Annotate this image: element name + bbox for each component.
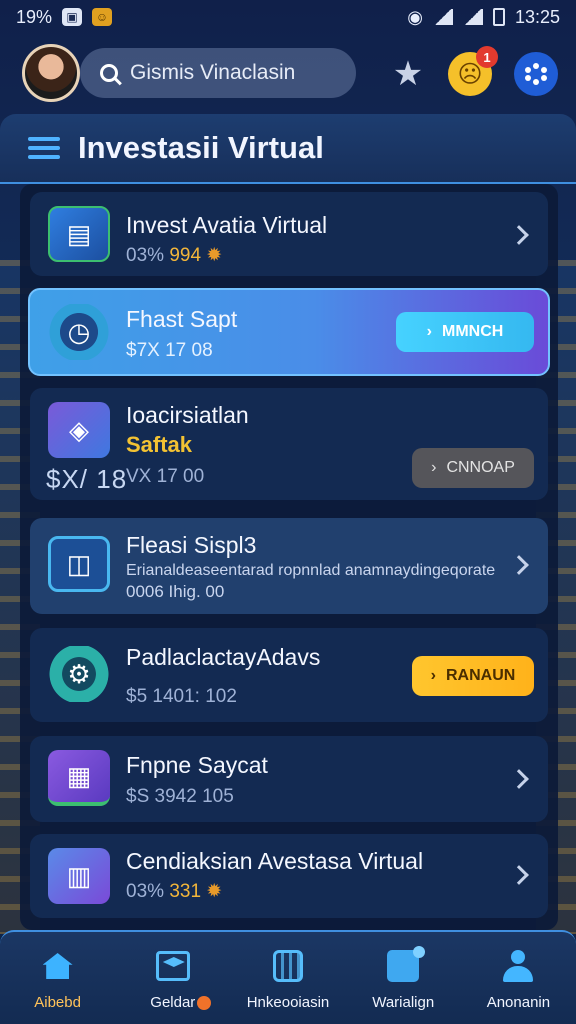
nav-item-tasks[interactable]: Warialign [346, 932, 461, 1024]
gear-clock-icon: ◷ [48, 304, 110, 360]
page-title: Investasii Virtual [78, 130, 324, 165]
screen-icon: ◫ [48, 536, 110, 592]
status-left: 19% ▣ ☺ [16, 6, 113, 28]
notifications-button[interactable]: ☹ 1 [448, 46, 498, 96]
nav-label: Aibebd [34, 994, 81, 1011]
item-title: Cendiaksian Avestasa Virtual [126, 848, 424, 874]
layers-icon: ◈ [48, 402, 110, 458]
status-time: 13:25 [514, 6, 560, 27]
chevron-right-icon [509, 769, 529, 789]
action-button[interactable]: › CNNOAP [412, 448, 534, 488]
favorites-button[interactable]: ★ [386, 52, 430, 96]
search-input[interactable]: Gismis Vinaclasin [130, 61, 295, 85]
coin-gear-icon: ✹ [206, 245, 223, 266]
item-subtitle: 03% 994 ✹ [126, 245, 223, 266]
document-icon: ▤ [48, 206, 110, 262]
search-icon [100, 64, 118, 82]
menu-button[interactable] [514, 52, 558, 96]
side-number: $X/ 18 [46, 464, 128, 494]
page-title-bar: Investasii Virtual [0, 114, 576, 184]
star-icon: ★ [392, 55, 424, 93]
home-icon [40, 948, 76, 984]
notification-dot [197, 996, 212, 1010]
chevron-right-icon: › [430, 667, 436, 684]
nav-item-buildings[interactable]: Hnkeooiasin [230, 932, 345, 1024]
books-icon: ▥ [48, 848, 110, 904]
item-title: Invest Avatia Virtual [126, 212, 328, 238]
avatar[interactable] [22, 44, 80, 102]
list-item[interactable]: ▥ Cendiaksian Avestasa Virtual 03% 331 ✹ [30, 834, 548, 918]
clipboard-icon [385, 946, 426, 984]
item-subtitle: 03% 331 ✹ [126, 881, 223, 902]
list-item[interactable]: ⚙ PadlaclactayAdavs $5 1401: 102 › RANAU… [30, 628, 548, 722]
list-item[interactable]: ◫ Fleasi Sispl3 Erianaldeaseentarad ropn… [30, 518, 548, 614]
signal-icon [432, 9, 453, 25]
item-subtitle: $S 3942 105 [126, 786, 234, 807]
chevron-right-icon [509, 865, 529, 885]
status-bar: 19% ▣ ☺ ◉ 13:25 [0, 0, 576, 34]
chevron-right-icon: › [426, 323, 432, 340]
list-item[interactable]: ▦ Fnpne Saycat $S 3942 105 [30, 736, 548, 822]
item-subtitle: $7X 17 08 [126, 340, 213, 361]
bottom-nav: Aibebd Geldar Hnkeooiasin Warialign Anon… [0, 930, 576, 1024]
nav-item-education[interactable]: Geldar [115, 932, 230, 1024]
notification-badge: 1 [476, 46, 498, 68]
item-subtitle: 0006 Ihig. 00 [126, 582, 225, 601]
coin-gear-icon: ✹ [206, 881, 223, 902]
item-title: Ioacirsiatlan [126, 402, 249, 428]
alarm-icon: ◉ [407, 6, 423, 27]
chevron-right-icon: › [431, 459, 437, 476]
nav-label: Geldar [150, 994, 196, 1011]
action-button[interactable]: › RANAUN [412, 656, 534, 696]
search-bar[interactable]: Gismis Vinaclasin [80, 48, 356, 98]
item-subtitle-highlight: Saftak [126, 432, 193, 457]
battery-percent: 19% [16, 6, 53, 27]
gear-icon: ⚙ [48, 646, 110, 702]
action-button[interactable]: › MMNCH [396, 312, 534, 352]
investment-list: ▤ Invest Avatia Virtual 03% 994 ✹ ◷ Fhas… [20, 184, 558, 930]
item-title: Fhast Sapt [126, 306, 238, 332]
dots-grid-icon [525, 63, 547, 85]
item-title: PadlaclactayAdavs [126, 644, 321, 670]
item-description: Erianaldeaseentarad ropnnlad anamnayding… [126, 562, 496, 579]
stack-icon [28, 135, 60, 161]
item-subtitle: $5 1401: 102 [126, 686, 237, 707]
note-icon: ▦ [48, 750, 110, 806]
item-title: Fleasi Sispl3 [126, 532, 257, 558]
chevron-right-icon [509, 555, 529, 575]
list-item-highlighted[interactable]: ◷ Fhast Sapt $7X 17 08 › MMNCH [28, 288, 550, 376]
item-title: Fnpne Saycat [126, 752, 268, 778]
chevron-right-icon [509, 225, 529, 245]
user-icon [500, 948, 536, 984]
message-icon: ▣ [62, 8, 83, 26]
list-item[interactable]: ▤ Invest Avatia Virtual 03% 994 ✹ [30, 192, 548, 276]
battery-icon [492, 8, 505, 26]
app-header: Gismis Vinaclasin ★ ☹ 1 [0, 40, 576, 106]
nav-label: Hnkeooiasin [246, 994, 330, 1011]
nav-item-profile[interactable]: Anonanin [461, 932, 576, 1024]
item-subtitle: VX 17 00 [126, 466, 205, 487]
nav-label: Anonanin [486, 994, 551, 1011]
list-item[interactable]: ◈ Ioacirsiatlan Saftak $X/ 18 VX 17 00 ›… [30, 388, 548, 500]
nav-item-home[interactable]: Aibebd [0, 932, 115, 1024]
app-notification-icon: ☺ [92, 8, 113, 26]
status-right: ◉ 13:25 [407, 7, 560, 28]
building-icon [270, 948, 306, 984]
signal-icon-2 [462, 9, 483, 25]
nav-label: Warialign [372, 994, 435, 1011]
graduation-cap-icon [155, 948, 191, 984]
